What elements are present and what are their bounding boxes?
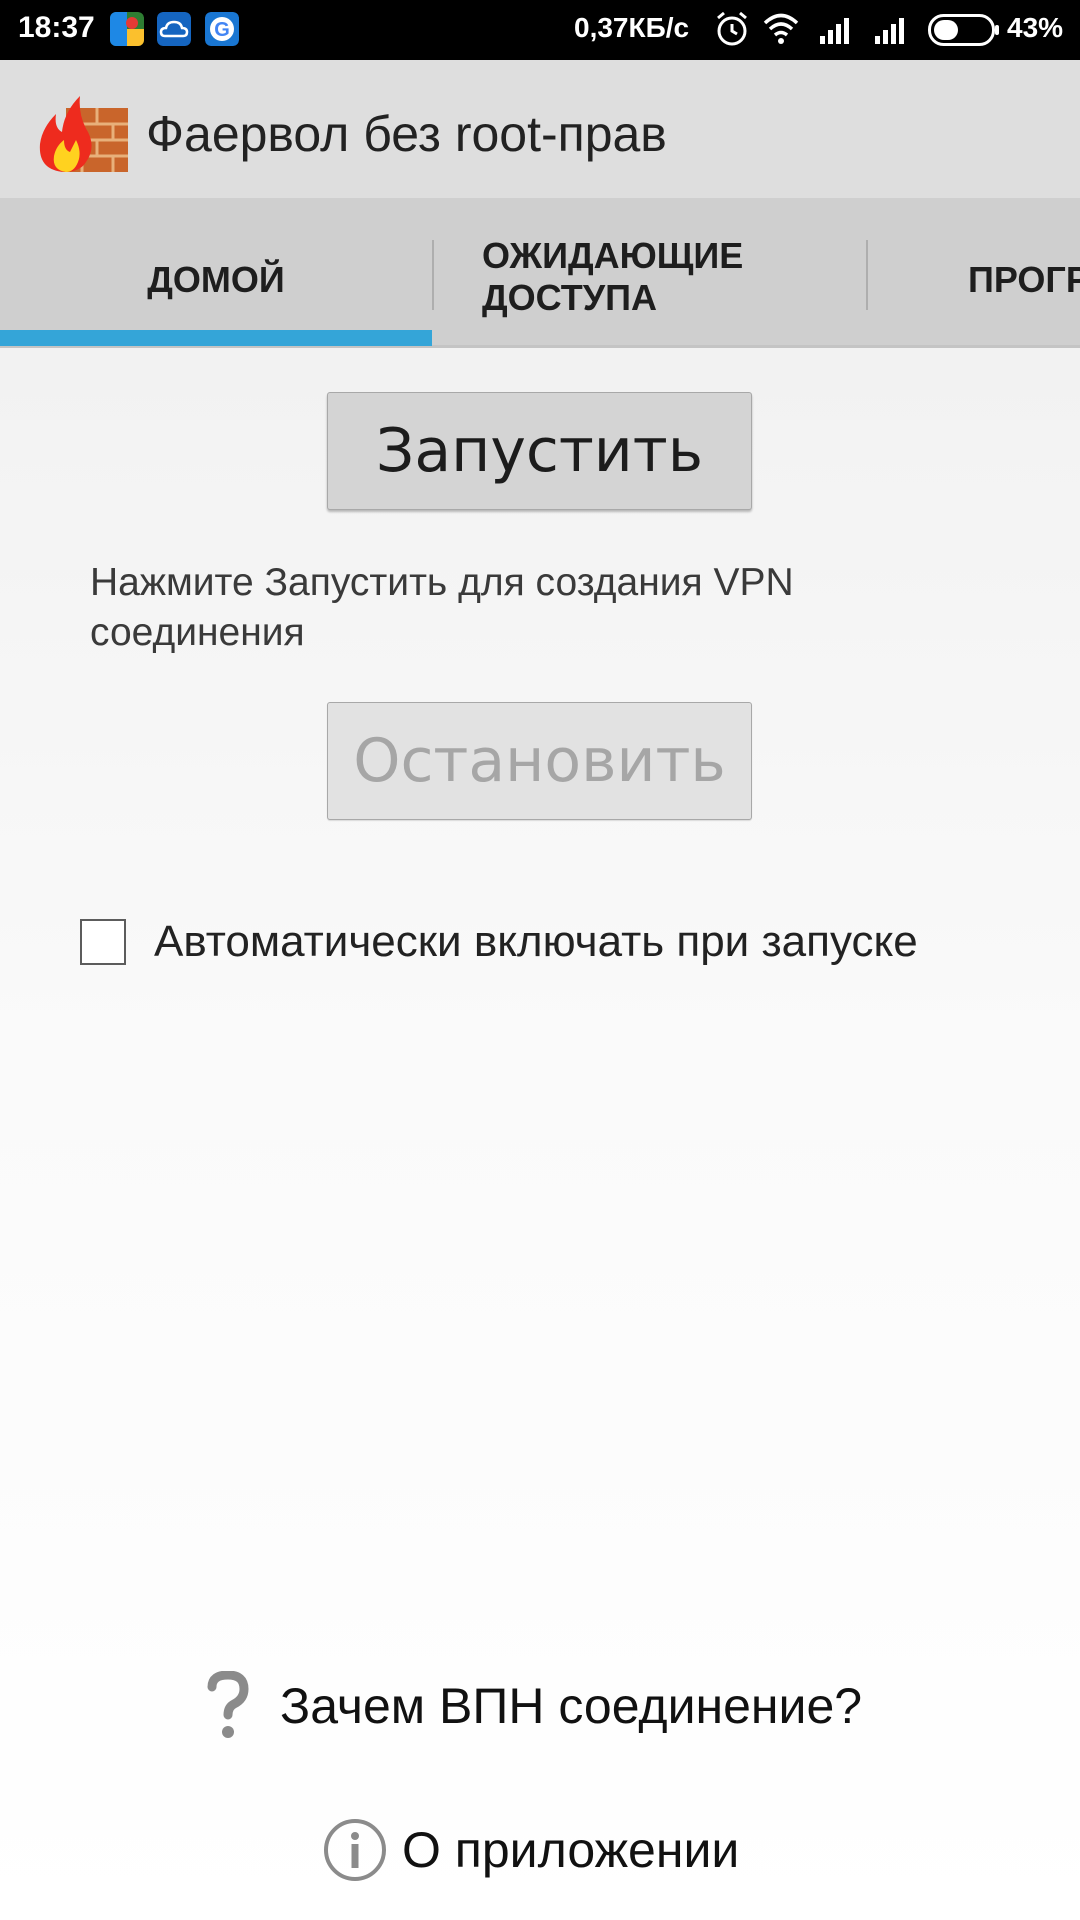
stop-button[interactable]: Остановить: [327, 702, 752, 820]
firewall-logo-icon: [39, 96, 128, 172]
tab-divider: [432, 240, 434, 310]
autostart-option[interactable]: Автоматически включать при запуске: [80, 916, 918, 968]
about-app-link[interactable]: О приложении: [322, 1814, 739, 1886]
tab-pending-access[interactable]: ОЖИДАЮЩИЕ ДОСТУПА: [482, 198, 862, 348]
wifi-icon: [763, 13, 799, 44]
tab-programs[interactable]: ПРОГР: [968, 198, 1080, 348]
google-icon: G: [205, 12, 239, 46]
vpn-hint-text: Нажмите Запустить для создания VPN соеди…: [90, 561, 794, 654]
svg-text:G: G: [214, 19, 230, 41]
app-title: Фаервол без root-прав: [146, 106, 667, 162]
signal-icon-2: [875, 18, 904, 44]
about-app-label: О приложении: [402, 1822, 740, 1878]
status-bar: 18:37 G 0,37КБ/с 43%: [0, 0, 1080, 60]
status-time: 18:37: [18, 11, 95, 44]
tab-programs-label: ПРОГР: [968, 259, 1080, 300]
network-speed: 0,37КБ/с: [574, 12, 690, 43]
alarm-icon: [717, 11, 747, 46]
tab-bar: ДОМОЙ ОЖИДАЮЩИЕ ДОСТУПА ПРОГР: [0, 198, 1080, 348]
tab-home-label: ДОМОЙ: [147, 259, 285, 300]
maps-icon: [110, 12, 144, 46]
app-bar: Фаервол без root-прав: [0, 60, 1080, 198]
cloud-icon: [157, 12, 191, 46]
start-button[interactable]: Запустить: [327, 392, 752, 510]
info-icon: [324, 1819, 386, 1881]
tab-pending-access-label: ОЖИДАЮЩИЕ ДОСТУПА: [482, 235, 744, 318]
why-vpn-label: Зачем ВПН соединение?: [280, 1678, 863, 1734]
battery-icon: [928, 14, 999, 46]
autostart-label: Автоматически включать при запуске: [154, 917, 918, 966]
signal-icon: [820, 18, 849, 44]
autostart-checkbox[interactable]: [80, 919, 126, 965]
tab-divider: [866, 240, 868, 310]
tab-selected-indicator: [0, 330, 432, 346]
battery-percent: 43%: [1007, 12, 1064, 43]
question-icon: [207, 1671, 249, 1738]
why-vpn-link[interactable]: Зачем ВПН соединение?: [206, 1666, 862, 1746]
tab-home[interactable]: ДОМОЙ: [0, 198, 432, 348]
